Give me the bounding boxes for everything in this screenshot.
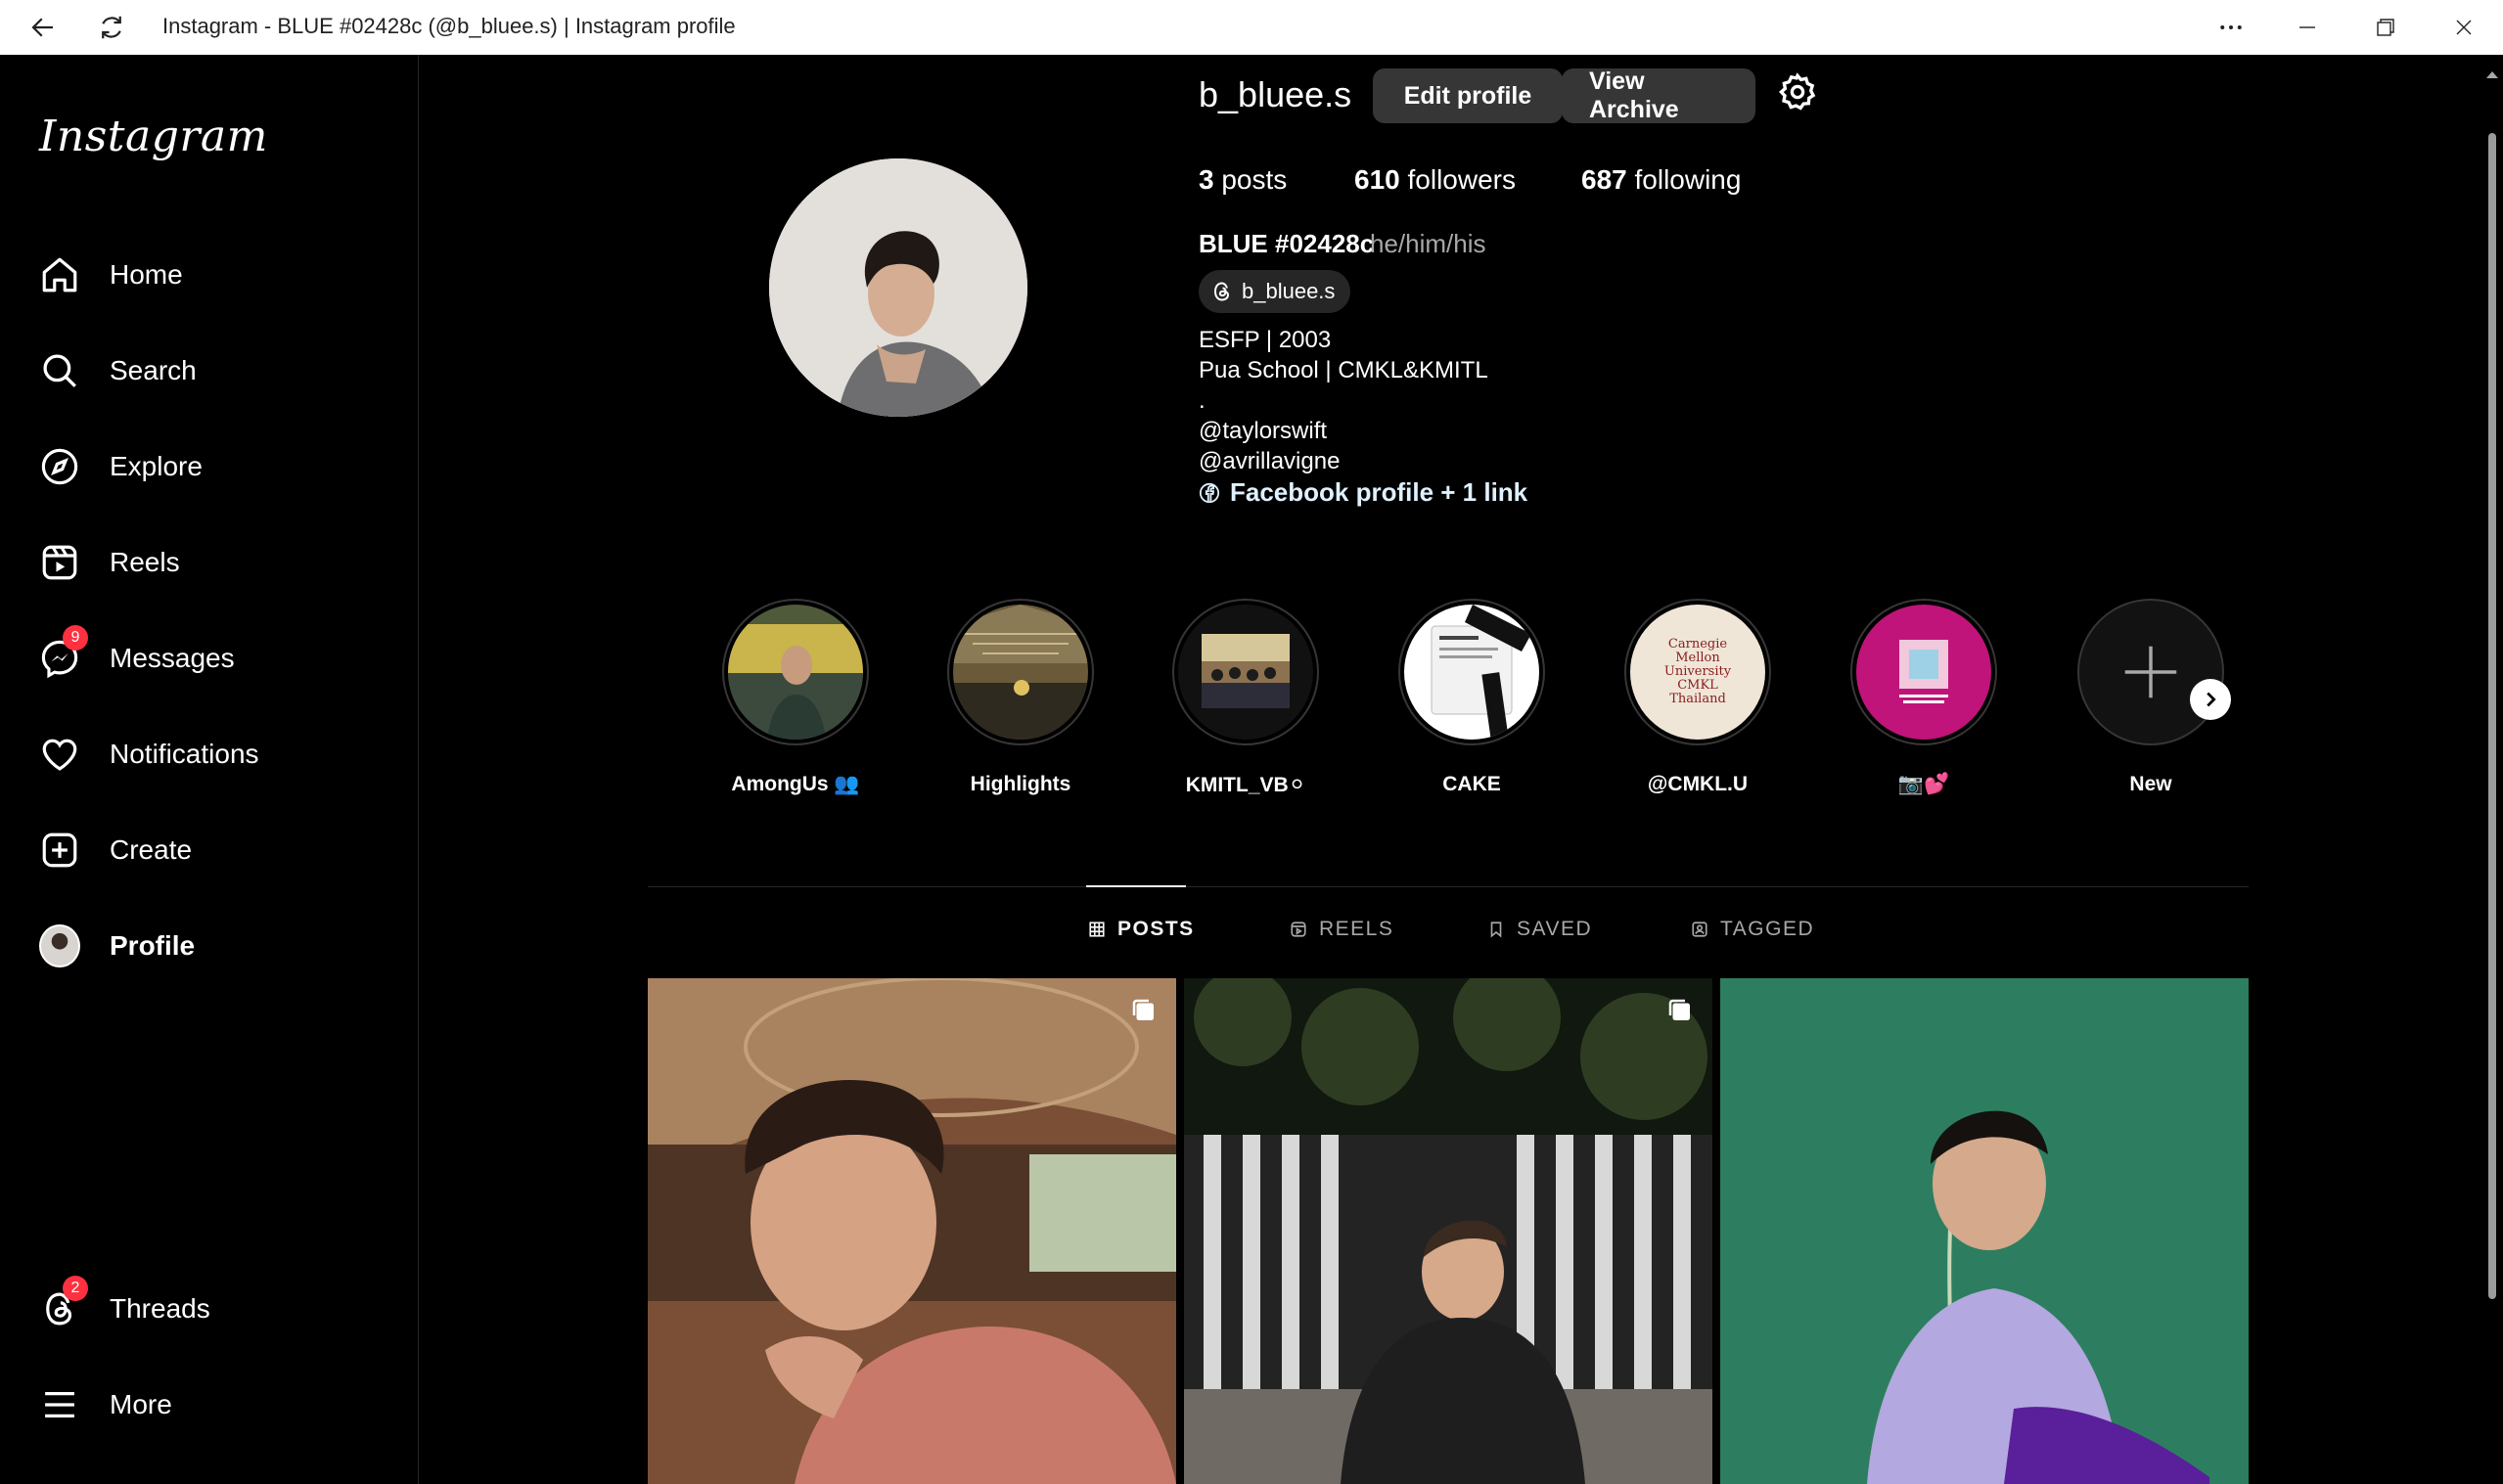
highlight-photo-love[interactable]: 📷💕 [1845, 599, 2002, 796]
threads-icon [1213, 282, 1230, 301]
following-count: 687 [1581, 164, 1627, 195]
highlight-cake[interactable]: CAKE [1393, 599, 1550, 796]
tab-reels[interactable]: REELS [1290, 918, 1393, 941]
highlight-label: @CMKL.U [1647, 773, 1749, 795]
tab-posts[interactable]: POSTS [1088, 918, 1195, 941]
tab-label: TAGGED [1720, 918, 1815, 940]
plus-icon [2124, 646, 2177, 698]
page-scrollbar[interactable] [2481, 55, 2503, 1484]
tab-tagged[interactable]: TAGGED [1691, 918, 1814, 941]
profile-username: b_bluee.s [1199, 74, 1352, 114]
bio-line: Pua School | CMKL&KMITL [1199, 357, 1488, 383]
threads-handle-chip[interactable]: b_bluee.s [1199, 270, 1351, 313]
followers-count: 610 [1354, 164, 1400, 195]
active-tab-indicator [1086, 885, 1186, 887]
followers-stat[interactable]: 610 followers [1354, 164, 1516, 196]
tab-label: POSTS [1117, 918, 1195, 940]
profile-main: b_bluee.s Edit profile View Archive 3 po… [0, 0, 2481, 1484]
highlight-kmitl-vb[interactable]: KMITL_VB⚪ [1167, 599, 1324, 797]
posts-stat: 3 posts [1199, 164, 1287, 196]
post-thumbnail[interactable] [1720, 978, 2249, 1484]
bio-links[interactable]: Facebook profile + 1 link [1199, 477, 1527, 508]
highlight-label: New [2129, 773, 2172, 795]
post-image [648, 978, 1176, 1484]
post-image [1184, 978, 1712, 1484]
bio-line: . [1199, 387, 1206, 414]
following-stat[interactable]: 687 following [1581, 164, 1741, 196]
profile-photo-illustration [769, 158, 1027, 417]
post-thumbnail[interactable] [1184, 978, 1712, 1484]
highlight-label: CAKE [1442, 773, 1501, 795]
bio-line: ESFP | 2003 [1199, 327, 1332, 353]
highlight-cover [1178, 605, 1313, 740]
bookmark-icon [1490, 922, 1502, 938]
edit-profile-button[interactable]: Edit profile [1373, 68, 1563, 123]
profile-pronouns: he/him/his [1370, 229, 1486, 258]
posts-label: posts [1221, 164, 1288, 195]
post-thumbnail[interactable] [648, 978, 1176, 1484]
tag-person-icon [1692, 922, 1707, 937]
posts-count: 3 [1199, 164, 1214, 195]
bio-mention-taylorswift[interactable]: @taylorswift [1199, 418, 1327, 445]
tab-saved[interactable]: SAVED [1487, 918, 1592, 941]
view-archive-button[interactable]: View Archive [1562, 67, 1755, 123]
highlight-highlights[interactable]: Highlights [942, 599, 1099, 796]
settings-button[interactable] [1776, 70, 1819, 113]
highlight-cmkl-u[interactable]: Carnegie Mellon University CMKL Thailand… [1619, 599, 1776, 796]
tabs-divider [648, 886, 2249, 887]
highlight-cover [1856, 605, 1991, 740]
gear-icon [1778, 72, 1816, 111]
post-image [1720, 978, 2249, 1484]
highlight-cover [1404, 605, 1539, 740]
scroll-up-arrow-icon [2486, 71, 2498, 78]
highlight-cover [728, 605, 863, 740]
highlight-cover [953, 605, 1088, 740]
tab-label: REELS [1319, 918, 1394, 940]
profile-picture[interactable] [769, 158, 1027, 417]
facebook-icon [1199, 482, 1220, 503]
carousel-icon [1132, 999, 1154, 1020]
following-label: following [1634, 164, 1742, 195]
highlight-cover: Carnegie Mellon University CMKL Thailand [1630, 605, 1765, 740]
threads-handle-text: b_bluee.s [1242, 279, 1336, 303]
chevron-right-icon [2207, 692, 2216, 707]
bio-link-text: Facebook profile + 1 link [1230, 477, 1528, 507]
grid-icon [1089, 922, 1105, 937]
carousel-icon [1668, 999, 1690, 1020]
highlight-label: AmongUs 👥 [731, 773, 860, 795]
highlight-label: 📷💕 [1897, 773, 1950, 795]
tab-label: SAVED [1517, 918, 1593, 940]
bio-mention-avrillavigne[interactable]: @avrillavigne [1199, 448, 1340, 475]
highlight-label: Highlights [970, 773, 1071, 795]
profile-full-name: BLUE #02428c [1199, 229, 1375, 258]
highlights-next-button[interactable] [2190, 679, 2231, 720]
reels-icon [1291, 922, 1306, 937]
highlight-label: KMITL_VB⚪ [1185, 774, 1306, 796]
scrollbar-thumb[interactable] [2488, 133, 2496, 1299]
cmkl-logo-text: Carnegie Mellon University CMKL Thailand [1663, 637, 1732, 706]
highlight-amongus[interactable]: AmongUs 👥 [717, 599, 874, 796]
followers-label: followers [1407, 164, 1516, 195]
